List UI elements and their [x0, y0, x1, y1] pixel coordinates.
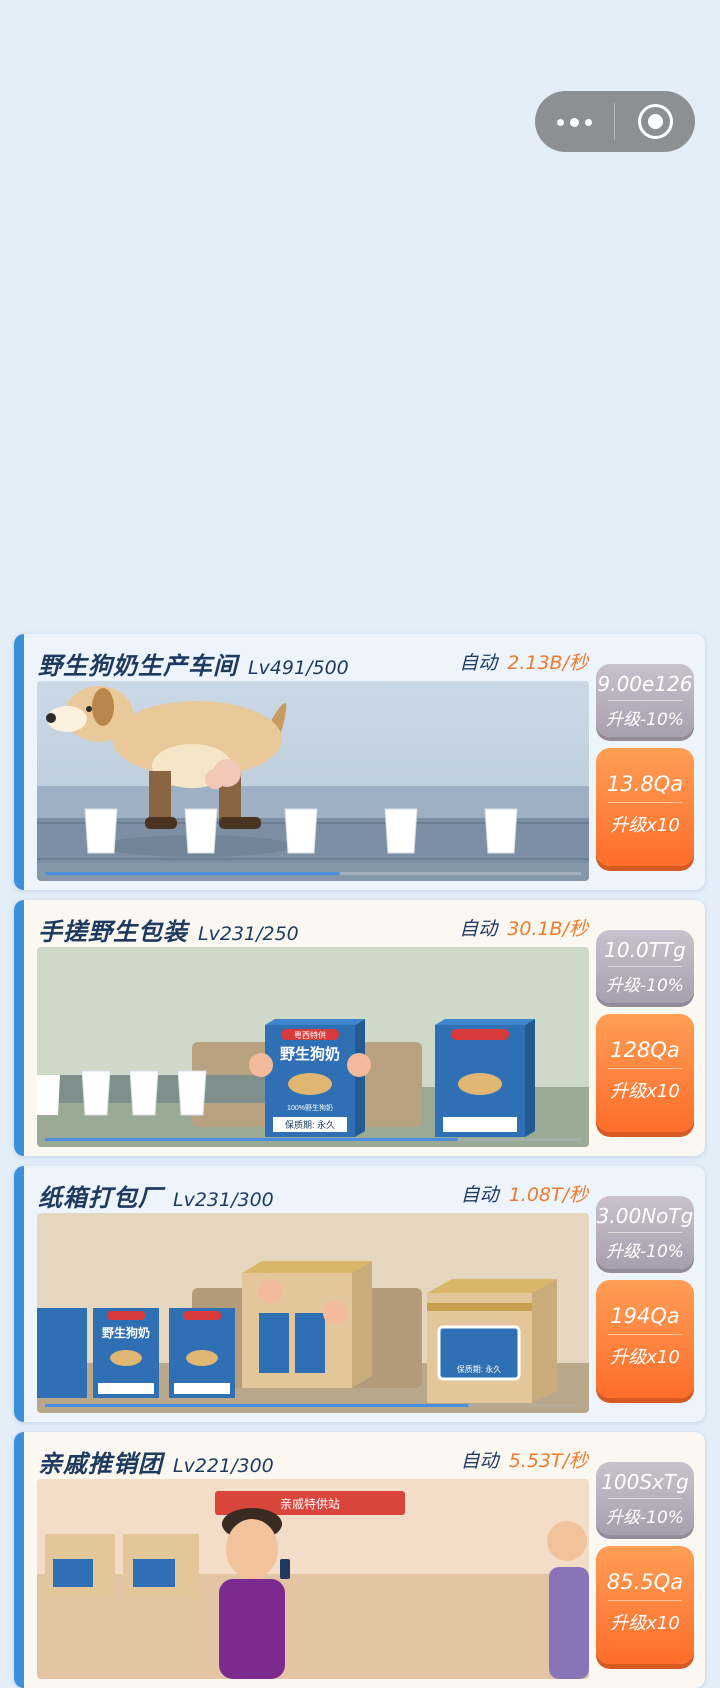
stall-sign-text: 亲戚特供站	[280, 1496, 340, 1511]
station-rate: 自动 2.13B/秒	[459, 652, 588, 674]
station-rate: 自动 1.08T/秒	[460, 1184, 588, 1206]
station-card-dog-milk: 野生狗奶生产车间 Lv491/500 自动 2.13B/秒 9.00e126 升…	[14, 634, 705, 890]
upgrade-x10-button[interactable]: 13.8Qa 升级x10	[596, 748, 694, 866]
station-rate: 自动 5.53T/秒	[460, 1450, 588, 1472]
discount-upgrade-button[interactable]: 100SxTg 升级-10%	[596, 1462, 694, 1535]
station-level: Lv491/500	[248, 657, 349, 679]
upgrade-x10-button[interactable]: 128Qa 升级x10	[596, 1014, 694, 1132]
station-level: Lv221/300	[173, 1455, 274, 1477]
discount-upgrade-button[interactable]: 9.00e126 升级-10%	[596, 664, 694, 737]
discount-upgrade-button[interactable]: 10.0TTg 升级-10%	[596, 930, 694, 1003]
pack-note-text: 100%野生狗奶	[287, 1103, 333, 1112]
station-card-packaging: 手搓野生包装 Lv231/250 自动 30.1B/秒 粤西特供 野生狗奶 100%…	[14, 900, 705, 1156]
card-accent-bar	[14, 900, 24, 1156]
station-card-box-factory: 纸箱打包厂 Lv231/300 自动 1.08T/秒 野生狗奶 保质期: 永久 …	[14, 1166, 705, 1422]
station-rate: 自动 30.1B/秒	[459, 918, 588, 940]
station-title: 手搓野生包装 Lv231/250	[38, 918, 299, 946]
card-accent-bar	[14, 634, 24, 890]
station-scene-box-factory: 野生狗奶 保质期: 永久	[37, 1213, 589, 1413]
target-close-icon[interactable]	[638, 104, 673, 139]
card-accent-bar	[14, 1166, 24, 1422]
more-dots-icon[interactable]	[557, 116, 593, 128]
station-title: 纸箱打包厂 Lv231/300	[38, 1184, 274, 1212]
station-title: 亲戚推销团 Lv221/300	[38, 1450, 274, 1478]
station-card-relatives-sales: 亲戚推销团 Lv221/300 自动 5.53T/秒 亲戚特供站 100SxTg 升级…	[14, 1432, 705, 1688]
upgrade-x10-button[interactable]: 85.5Qa 升级x10	[596, 1546, 694, 1664]
station-scene-relatives-sales: 亲戚特供站	[37, 1479, 589, 1679]
pack-badge-text: 粤西特供	[294, 1030, 326, 1040]
miniprogram-capsule	[535, 91, 695, 152]
pack-shelf-text: 保质期: 永久	[457, 1364, 501, 1374]
pack-shelf-text: 保质期: 永久	[285, 1119, 335, 1130]
card-accent-bar	[14, 1432, 24, 1688]
capsule-divider	[614, 103, 615, 140]
station-level: Lv231/300	[173, 1189, 274, 1211]
pack-name-text: 野生狗奶	[102, 1325, 150, 1340]
station-title: 野生狗奶生产车间 Lv491/500	[38, 652, 349, 680]
upgrade-x10-button[interactable]: 194Qa 升级x10	[596, 1280, 694, 1398]
pack-name-text: 野生狗奶	[280, 1045, 340, 1063]
station-scene-packaging: 粤西特供 野生狗奶 100%野生狗奶 保质期: 永久	[37, 947, 589, 1147]
station-level: Lv231/250	[198, 923, 299, 945]
station-scene-dog-milk	[37, 681, 589, 881]
discount-upgrade-button[interactable]: 3.00NoTg 升级-10%	[596, 1196, 694, 1269]
